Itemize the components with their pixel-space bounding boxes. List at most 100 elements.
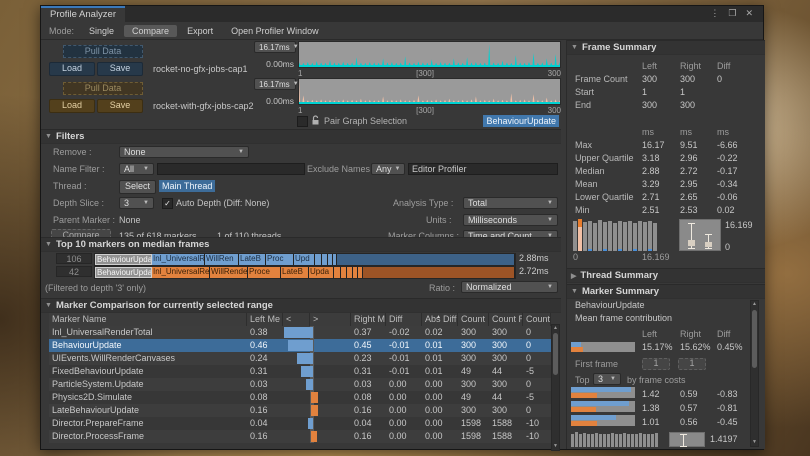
column-header-count-r[interactable]: Count R (489, 313, 523, 326)
table-row-director.prepareframe[interactable]: Director.PrepareFrame0.040.040.000.00159… (49, 417, 551, 430)
table-row-physics2d.simulate[interactable]: Physics2D.Simulate0.080.080.000.004944-5 (49, 391, 551, 404)
pull-data-button-left[interactable]: Pull Data (63, 45, 143, 58)
auto-depth-checkbox[interactable]: ✓ (162, 198, 173, 209)
load-button-right[interactable]: Load (49, 99, 95, 113)
table-row-director.processframe[interactable]: Director.ProcessFrame0.160.160.000.00159… (49, 430, 551, 443)
scroll-up-icon[interactable]: ▲ (751, 301, 758, 308)
marker-segment-inl_universalr[interactable]: Inl_UniversalR (152, 254, 205, 265)
remove-dropdown[interactable]: None▼ (119, 146, 249, 158)
mode-button-export[interactable]: Export (179, 25, 221, 37)
marker-segment-proc[interactable]: Proc (266, 254, 294, 265)
marker-segment-willren[interactable]: WillRen (205, 254, 239, 265)
cell: -10 (523, 417, 551, 430)
marker-segment-upd[interactable]: Upd (294, 254, 315, 265)
column-header-count-l[interactable]: Count L (458, 313, 489, 326)
mode-button-open-profiler-window[interactable]: Open Profiler Window (223, 25, 327, 37)
column-header--[interactable]: < (283, 313, 310, 326)
sort-indicator-icon: ▲ (436, 313, 441, 324)
graph-ymax-dropdown-right[interactable]: 16.17ms▼ (254, 78, 296, 90)
name-filter-input[interactable] (157, 163, 305, 175)
histogram-bar (623, 222, 627, 251)
frame-time-graph-right[interactable] (298, 78, 561, 105)
marker-segment-behaviourupdate[interactable]: BehaviourUpdate (95, 267, 152, 278)
marker-segment[interactable] (337, 254, 515, 265)
foldout-open-icon[interactable]: ▼ (45, 241, 52, 248)
mode-button-single[interactable]: Single (81, 25, 122, 37)
frame-summary-row: Start11 (567, 86, 765, 99)
marker-segment-inl_universalre[interactable]: Inl_UniversalRe (152, 267, 210, 278)
exclude-mode-dropdown[interactable]: Any▼ (371, 163, 405, 175)
frame-index-box: 42 (56, 266, 92, 277)
marker-segment-upda[interactable]: Upda (309, 267, 334, 278)
table-row-behaviourupdate[interactable]: BehaviourUpdate0.460.45-0.010.013003000 (49, 339, 551, 352)
marker-segment-proce[interactable]: Proce (248, 267, 281, 278)
save-button-left[interactable]: Save (97, 62, 143, 76)
column-header-diff[interactable]: Diff (386, 313, 422, 326)
marker-summary-scrollbar[interactable]: ▲ ▼ (750, 300, 759, 447)
first-frame-button-right[interactable]: 1 (678, 358, 706, 370)
frame-time-histogram[interactable] (573, 219, 671, 251)
cell: 0.23 (351, 352, 386, 365)
marker-segment[interactable] (315, 254, 322, 265)
marker-segment-behaviourupdate[interactable]: BehaviourUpdate (95, 254, 152, 265)
column-header--[interactable]: > (310, 313, 351, 326)
frame-summary-title: Frame Summary (582, 42, 656, 53)
analysis-type-dropdown[interactable]: Total▼ (463, 197, 558, 209)
depth-slice-dropdown[interactable]: 3▼ (119, 197, 154, 209)
foldout-closed-icon[interactable]: ▶ (571, 272, 576, 280)
exclude-names-input[interactable]: Editor Profiler (408, 163, 558, 175)
cell: ParticleSystem.Update (49, 378, 247, 391)
marker-histogram[interactable] (571, 432, 663, 447)
table-row-inl_universalrendertotal[interactable]: Inl_UniversalRenderTotal0.380.37-0.020.0… (49, 326, 551, 339)
column-header-left-me[interactable]: Left Me (247, 313, 283, 326)
column-header-abs-diff[interactable]: Abs Diff▲ (422, 313, 458, 326)
close-icon[interactable]: ✕ (745, 8, 753, 22)
column-header-right-m[interactable]: Right M (351, 313, 386, 326)
thread-select-button[interactable]: Select (119, 180, 156, 194)
frame-summary-row: End300300 (567, 99, 765, 112)
top-n-dropdown[interactable]: 3▼ (593, 373, 621, 385)
table-row-particlesystem.update[interactable]: ParticleSystem.Update0.030.030.000.00300… (49, 378, 551, 391)
marker-segment-lateb[interactable]: LateB (239, 254, 266, 265)
menu-icon[interactable]: ⋮ (710, 8, 719, 22)
marker-segment[interactable] (334, 267, 341, 278)
frame-summary-units: msmsms (567, 126, 765, 139)
table-row-latebehaviourupdate[interactable]: LateBehaviourUpdate0.160.160.000.0030030… (49, 404, 551, 417)
marker-segment[interactable] (363, 267, 515, 278)
save-button-right[interactable]: Save (97, 99, 143, 113)
scroll-up-icon[interactable]: ▲ (552, 325, 559, 332)
scrollbar-thumb[interactable] (752, 310, 757, 368)
name-filter-mode-dropdown[interactable]: All▼ (119, 163, 154, 175)
comparison-scrollbar[interactable]: ▲ ▼ (551, 324, 560, 451)
marker-segment-lateb[interactable]: LateB (281, 267, 309, 278)
tab-profile-analyzer[interactable]: Profile Analyzer (41, 6, 125, 22)
table-row-uievents.willrendercanvases[interactable]: UIEvents.WillRenderCanvases0.240.23-0.01… (49, 352, 551, 365)
pair-graph-checkbox[interactable] (297, 116, 308, 127)
column-header-count-d[interactable]: Count D (523, 313, 551, 326)
mode-button-compare[interactable]: Compare (124, 25, 177, 37)
maximize-icon[interactable]: ❒ (728, 8, 736, 22)
table-row-fixedbehaviourupdate[interactable]: FixedBehaviourUpdate0.310.31-0.010.01494… (49, 365, 551, 378)
scroll-down-icon[interactable]: ▼ (552, 443, 559, 450)
marker-segment-willrende[interactable]: WillRende (210, 267, 248, 278)
frame-time-graph-left[interactable] (298, 41, 561, 68)
graph-ymax-dropdown-left[interactable]: 16.17ms▼ (254, 41, 296, 53)
frame-summary-rows: Frame Count3003000Start11End300300 (567, 73, 765, 112)
load-button-left[interactable]: Load (49, 62, 95, 76)
foldout-open-icon[interactable]: ▼ (45, 133, 52, 140)
pull-data-button-right[interactable]: Pull Data (63, 82, 143, 95)
first-frame-button-left[interactable]: 1 (642, 358, 670, 370)
scrollbar-thumb[interactable] (553, 333, 558, 375)
units-dropdown[interactable]: Milliseconds▼ (463, 214, 558, 226)
column-header-marker-name[interactable]: Marker Name (49, 313, 247, 326)
foldout-open-icon[interactable]: ▼ (571, 288, 578, 295)
foldout-open-icon[interactable]: ▼ (571, 44, 578, 51)
selected-marker-chip[interactable]: BehaviourUpdate (483, 115, 559, 127)
stat-value: 1 (680, 86, 717, 99)
thread-summary-section[interactable]: ▶ Thread Summary (567, 268, 765, 283)
ratio-dropdown[interactable]: Normalized▼ (461, 281, 558, 293)
foldout-open-icon[interactable]: ▼ (45, 302, 52, 309)
scroll-down-icon[interactable]: ▼ (751, 439, 758, 446)
parent-marker-value: None (119, 215, 141, 225)
spacer (575, 388, 642, 401)
